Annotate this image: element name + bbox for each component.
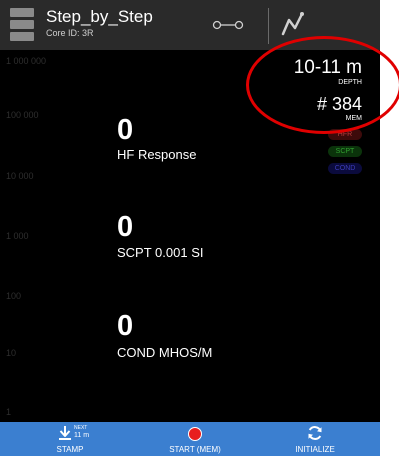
download-arrow-icon <box>59 426 71 440</box>
initialize-button[interactable]: INITIALIZE <box>280 422 350 456</box>
menu-icon[interactable] <box>10 8 34 42</box>
hf-response-label: HF Response <box>117 147 197 162</box>
stamp-next-label: NEXT <box>74 425 88 431</box>
cond-value: 0 <box>117 310 134 342</box>
toggle-icon[interactable] <box>211 19 245 31</box>
start-mem-label: START (MEM) <box>169 445 221 454</box>
core-id: Core ID: 3R <box>46 28 94 38</box>
start-mem-button[interactable]: START (MEM) <box>150 422 240 456</box>
hf-response-value: 0 <box>117 114 134 146</box>
axis-label: 1 000 <box>6 231 29 241</box>
stamp-button[interactable]: NEXT 11 m STAMP <box>40 422 100 456</box>
app-title: Step_by_Step <box>46 7 153 26</box>
record-icon <box>188 427 202 441</box>
header-divider <box>268 8 269 44</box>
axis-label: 100 000 <box>6 110 39 120</box>
legend-badge-cond[interactable]: COND <box>328 163 362 174</box>
axis-label: 100 <box>6 291 22 301</box>
graph-icon[interactable] <box>280 10 308 38</box>
initialize-label: INITIALIZE <box>295 445 335 454</box>
axis-label: 1 <box>6 407 12 417</box>
refresh-icon <box>308 426 322 440</box>
bottom-toolbar: NEXT 11 m STAMP START (MEM) INITIALIZE <box>0 422 380 456</box>
annotation-circle <box>246 36 399 134</box>
axis-label: 1 000 000 <box>6 56 47 66</box>
stamp-next-depth: 11 m <box>74 432 90 439</box>
axis-label: 10 <box>6 348 17 358</box>
scpt-value: 0 <box>117 211 134 243</box>
legend-badge-scpt[interactable]: SCPT <box>328 146 362 157</box>
axis-label: 10 000 <box>6 171 34 181</box>
cond-label: COND MHOS/M <box>117 345 213 360</box>
scpt-label: SCPT 0.001 SI <box>117 245 204 260</box>
stamp-label: STAMP <box>56 445 84 454</box>
